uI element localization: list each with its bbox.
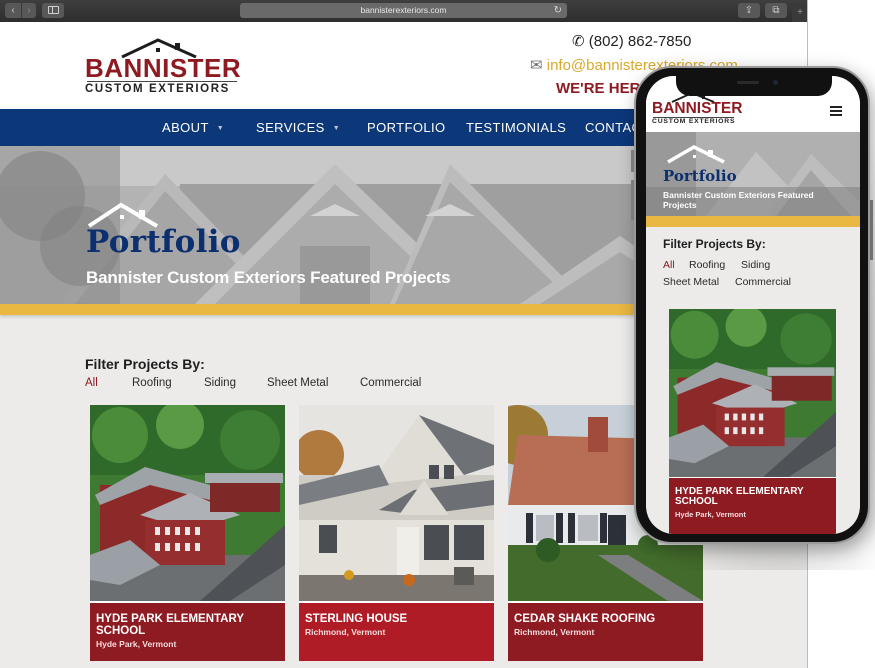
page-title: Portfolio (86, 224, 241, 260)
project-card[interactable]: STERLING HOUSE Richmond, Vermont (299, 405, 494, 661)
caret-down-icon: ▼ (332, 125, 341, 132)
project-photo (299, 405, 494, 601)
mobile-filter-all[interactable]: All (663, 259, 675, 271)
chevron-left-icon: ‹ (11, 5, 15, 16)
filter-siding[interactable]: Siding (204, 377, 236, 389)
mobile-logo-name: BANNISTER (652, 100, 743, 117)
nav-label: TESTIMONIALS (466, 120, 567, 135)
mobile-filter-heading: Filter Projects By: (663, 237, 766, 251)
phone-notch (676, 74, 832, 96)
phone-icon: ✆ (572, 33, 585, 50)
phone-link[interactable]: ✆ (802) 862-7850 (572, 32, 691, 50)
project-caption: CEDAR SHAKE ROOFING Richmond, Vermont (508, 603, 703, 661)
phone-screen: BANNISTER CUSTOM EXTERIORS Portfolio Ban… (646, 76, 860, 534)
project-location: Hyde Park, Vermont (675, 510, 746, 519)
sidebar-toggle-button[interactable] (42, 3, 64, 18)
filter-roofing[interactable]: Roofing (132, 377, 172, 389)
project-photo (90, 405, 285, 601)
project-title: STERLING HOUSE (305, 613, 408, 625)
project-caption: HYDE PARK ELEMENTARY SCHOOL Hyde Park, V… (669, 478, 836, 534)
plus-icon: + (797, 7, 803, 18)
mobile-page-title: Portfolio (663, 167, 737, 185)
filter-heading: Filter Projects By: (85, 356, 205, 372)
browser-toolbar: ‹ › bannisterexteriors.com ↻ ⇪ ⧉ + (0, 0, 807, 22)
forward-button[interactable]: › (21, 3, 36, 18)
project-location: Richmond, Vermont (305, 627, 386, 637)
mobile-filter-sheet-metal[interactable]: Sheet Metal (663, 276, 719, 288)
mobile-logo-subtitle: CUSTOM EXTERIORS (652, 118, 736, 125)
hamburger-menu-icon[interactable] (830, 106, 842, 116)
filter-commercial[interactable]: Commercial (360, 377, 421, 389)
logo-subtitle: CUSTOM EXTERIORS (85, 83, 230, 95)
stage: ‹ › bannisterexteriors.com ↻ ⇪ ⧉ + BANNI… (0, 0, 875, 668)
back-button[interactable]: ‹ (5, 3, 21, 18)
nav-label: SERVICES (256, 120, 325, 135)
filter-sheet-metal[interactable]: Sheet Metal (267, 377, 328, 389)
sidebar-icon (47, 6, 59, 14)
envelope-icon: ✉ (530, 57, 543, 74)
nav-label: ABOUT (162, 120, 209, 135)
address-bar[interactable]: bannisterexteriors.com ↻ (240, 3, 567, 18)
house-roof-icon (667, 145, 725, 164)
reload-icon[interactable]: ↻ (554, 3, 562, 18)
project-location: Hyde Park, Vermont (96, 639, 177, 649)
share-icon: ⇪ (744, 5, 754, 16)
phone-speaker (737, 81, 759, 84)
project-caption: STERLING HOUSE Richmond, Vermont (299, 603, 494, 661)
share-button[interactable]: ⇪ (738, 3, 760, 18)
project-title: CEDAR SHAKE ROOFING (514, 613, 656, 625)
project-photo (669, 309, 836, 477)
phone-camera (773, 80, 778, 85)
nav-item-about[interactable]: ABOUT ▼ (162, 120, 224, 135)
mobile-filter-commercial[interactable]: Commercial (735, 276, 791, 288)
mobile-logo[interactable]: BANNISTER CUSTOM EXTERIORS (652, 92, 742, 128)
nav-item-portfolio[interactable]: PORTFOLIO (367, 120, 445, 135)
show-tabs-button[interactable]: ⧉ (765, 3, 787, 18)
chevron-right-icon: › (27, 5, 31, 16)
accent-bar (646, 216, 860, 227)
mobile-filter-siding[interactable]: Siding (741, 259, 770, 271)
page-subtitle: Bannister Custom Exteriors Featured Proj… (86, 268, 451, 287)
mobile-page-subtitle: Bannister Custom Exteriors Featured Proj… (663, 190, 814, 210)
project-title: HYDE PARK ELEMENTARY SCHOOL (675, 486, 804, 507)
nav-label: PORTFOLIO (367, 120, 446, 135)
project-caption: HYDE PARK ELEMENTARY SCHOOL Hyde Park, V… (90, 603, 285, 661)
url-text: bannisterexteriors.com (360, 5, 447, 15)
project-card[interactable]: HYDE PARK ELEMENTARY SCHOOL Hyde Park, V… (90, 405, 285, 661)
mobile-project-card[interactable]: HYDE PARK ELEMENTARY SCHOOL Hyde Park, V… (669, 309, 836, 534)
phone-power-button (870, 200, 873, 260)
nav-item-testimonials[interactable]: TESTIMONIALS (466, 120, 566, 135)
caret-down-icon: ▼ (216, 125, 225, 132)
mobile-hero-banner: Portfolio Bannister Custom Exteriors Fea… (646, 132, 860, 216)
nav-item-services[interactable]: SERVICES ▼ (256, 120, 340, 135)
new-tab-button[interactable]: + (792, 5, 807, 22)
logo-name: BANNISTER (85, 53, 242, 83)
project-title: HYDE PARK ELEMENTARY SCHOOL (96, 613, 244, 637)
filter-all[interactable]: All (85, 377, 98, 389)
mobile-filter-roofing[interactable]: Roofing (689, 259, 725, 271)
project-location: Richmond, Vermont (514, 627, 595, 637)
tabs-icon: ⧉ (772, 5, 780, 16)
phone-number: (802) 862-7850 (588, 33, 692, 50)
site-logo[interactable]: BANNISTER CUSTOM EXTERIORS (85, 38, 242, 96)
